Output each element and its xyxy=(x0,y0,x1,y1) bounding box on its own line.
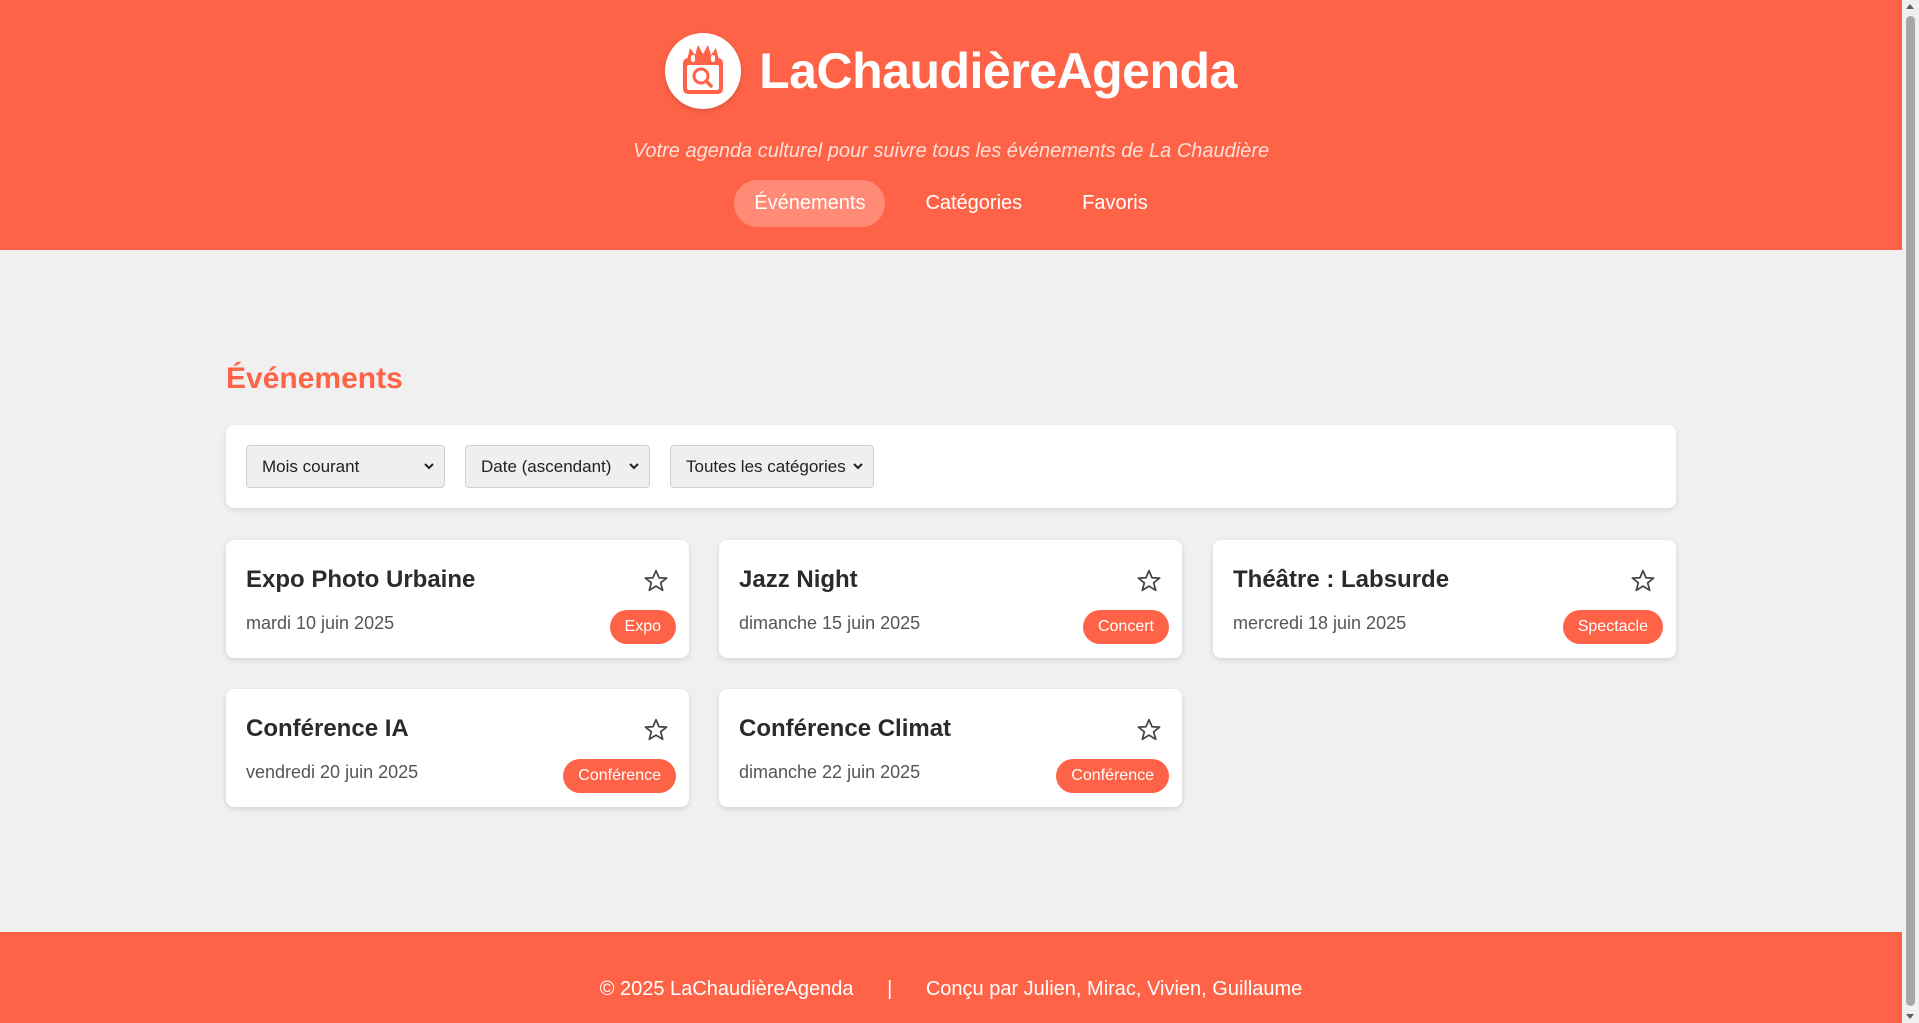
event-date: dimanche 22 juin 2025 xyxy=(739,762,921,782)
main-nav: Événements Catégories Favoris xyxy=(0,180,1902,227)
event-card[interactable]: Conférence Climat dimanche 22 juin 2025 … xyxy=(719,689,1182,807)
nav-item-categories[interactable]: Catégories xyxy=(905,180,1042,227)
nav-item-favoris[interactable]: Favoris xyxy=(1062,180,1168,227)
sort-select-value: Date (ascendant) xyxy=(481,456,612,476)
star-icon[interactable] xyxy=(643,568,669,594)
footer-text: © 2025 LaChaudièreAgenda | Conçu par Jul… xyxy=(0,978,1902,1001)
event-date: dimanche 15 juin 2025 xyxy=(739,613,921,633)
event-card[interactable]: Expo Photo Urbaine mardi 10 juin 2025 Ex… xyxy=(226,540,689,658)
event-card[interactable]: Théâtre : Labsurde mercredi 18 juin 2025… xyxy=(1213,540,1676,658)
vertical-scrollbar[interactable] xyxy=(1902,0,1919,1023)
star-icon[interactable] xyxy=(1136,568,1162,594)
event-card[interactable]: Jazz Night dimanche 15 juin 2025 Concert xyxy=(719,540,1182,658)
category-select-value: Toutes les catégories xyxy=(686,456,846,476)
category-badge: Conférence xyxy=(563,759,676,793)
page-title: Événements xyxy=(226,362,403,395)
period-select-value: Mois courant xyxy=(262,456,360,476)
event-title[interactable]: Conférence Climat xyxy=(739,715,951,743)
scroll-down-icon[interactable] xyxy=(1906,1014,1914,1019)
category-badge: Conférence xyxy=(1056,759,1169,793)
chevron-down-icon xyxy=(853,463,863,470)
site-header: LaChaudièreAgenda Votre agenda culturel … xyxy=(0,0,1902,250)
event-title[interactable]: Théâtre : Labsurde xyxy=(1233,566,1449,594)
event-date: mercredi 18 juin 2025 xyxy=(1233,613,1407,633)
sort-select[interactable]: Date (ascendant) xyxy=(465,445,650,488)
site-title[interactable]: LaChaudièreAgenda xyxy=(759,42,1237,100)
star-icon[interactable] xyxy=(643,717,669,743)
filter-bar: Mois courant Date (ascendant) Toutes les… xyxy=(226,425,1676,508)
footer-separator: | xyxy=(887,978,893,1000)
site-footer: © 2025 LaChaudièreAgenda | Conçu par Jul… xyxy=(0,932,1902,1023)
footer-credits: Conçu par Julien, Mirac, Vivien, Guillau… xyxy=(925,978,1303,1000)
event-date: mardi 10 juin 2025 xyxy=(246,613,395,633)
scrollbar-thumb[interactable] xyxy=(1906,16,1915,1006)
event-title[interactable]: Expo Photo Urbaine xyxy=(246,566,475,594)
chevron-down-icon xyxy=(629,463,639,470)
category-badge: Spectacle xyxy=(1562,610,1663,644)
event-card[interactable]: Conférence IA vendredi 20 juin 2025 Conf… xyxy=(226,689,689,807)
event-title[interactable]: Conférence IA xyxy=(246,715,409,743)
page: LaChaudièreAgenda Votre agenda culturel … xyxy=(0,0,1902,1023)
footer-copyright: © 2025 LaChaudièreAgenda xyxy=(599,978,854,1000)
nav-item-evenements[interactable]: Événements xyxy=(734,180,886,227)
period-select[interactable]: Mois courant xyxy=(246,445,445,488)
category-badge: Concert xyxy=(1082,610,1169,644)
event-date: vendredi 20 juin 2025 xyxy=(246,762,419,782)
tagline: Votre agenda culturel pour suivre tous l… xyxy=(632,140,1270,162)
scroll-up-icon[interactable] xyxy=(1906,4,1914,9)
event-title[interactable]: Jazz Night xyxy=(739,566,858,594)
star-icon[interactable] xyxy=(1630,568,1656,594)
calendar-flame-icon xyxy=(665,33,742,109)
category-select[interactable]: Toutes les catégories xyxy=(670,445,874,488)
chevron-down-icon xyxy=(424,463,434,470)
category-badge: Expo xyxy=(609,610,676,644)
star-icon[interactable] xyxy=(1136,717,1162,743)
brand[interactable]: LaChaudièreAgenda xyxy=(0,33,1902,109)
